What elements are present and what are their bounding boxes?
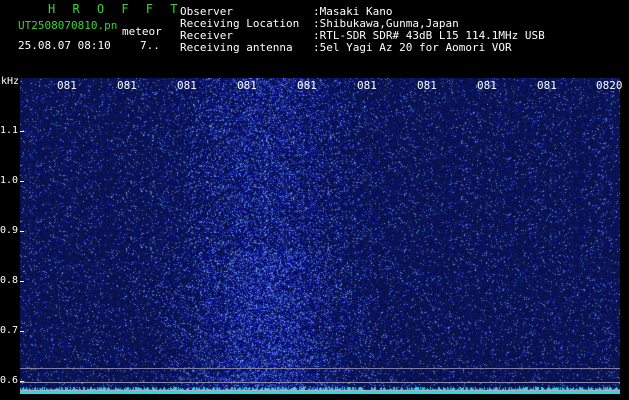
value-readout: 7.. (140, 39, 160, 52)
x-tick-label: 081 (297, 79, 317, 92)
x-tick-label: 081 (357, 79, 377, 92)
marker-line-lower (20, 390, 620, 391)
x-tick-label: 081 (57, 79, 77, 92)
info-value-antenna: :5el Yagi Az 20 for Aomori VOR (313, 41, 512, 54)
datetime: 25.08.07 08:10 (18, 39, 111, 52)
x-tick-label: 081 (477, 79, 497, 92)
y-tick-mark (20, 381, 24, 382)
x-tick-label: 081 (117, 79, 137, 92)
y-tick-label: 0.6 (0, 375, 19, 386)
y-tick-mark (20, 131, 24, 132)
y-tick-mark (20, 331, 24, 332)
spectrogram (20, 78, 620, 394)
y-tick-label: 1.1 (0, 125, 19, 136)
y-tick-mark (20, 281, 24, 282)
marker-line-middle (20, 382, 620, 383)
app-title: H R O F F T (48, 2, 183, 16)
y-tick-label: 0.7 (0, 325, 19, 336)
file-name: UT2508070810.pn (18, 19, 118, 32)
y-axis-unit: kHz (1, 76, 20, 87)
x-tick-label: 081 (537, 79, 557, 92)
subtitle: meteor (122, 25, 162, 38)
y-tick-label: 0.9 (0, 225, 19, 236)
info-label-antenna: Receiving antenna (180, 41, 293, 54)
y-tick-label: 1.0 (0, 175, 19, 186)
x-tick-label: 081 (177, 79, 197, 92)
spectrogram-canvas (20, 78, 620, 394)
x-tick-label: 081 (237, 79, 257, 92)
marker-line-upper (20, 368, 620, 369)
x-tick-label: 0820 (596, 79, 623, 92)
y-tick-mark (20, 231, 24, 232)
y-tick-label: 0.8 (0, 275, 19, 286)
x-tick-label: 081 (417, 79, 437, 92)
y-tick-mark (20, 181, 24, 182)
